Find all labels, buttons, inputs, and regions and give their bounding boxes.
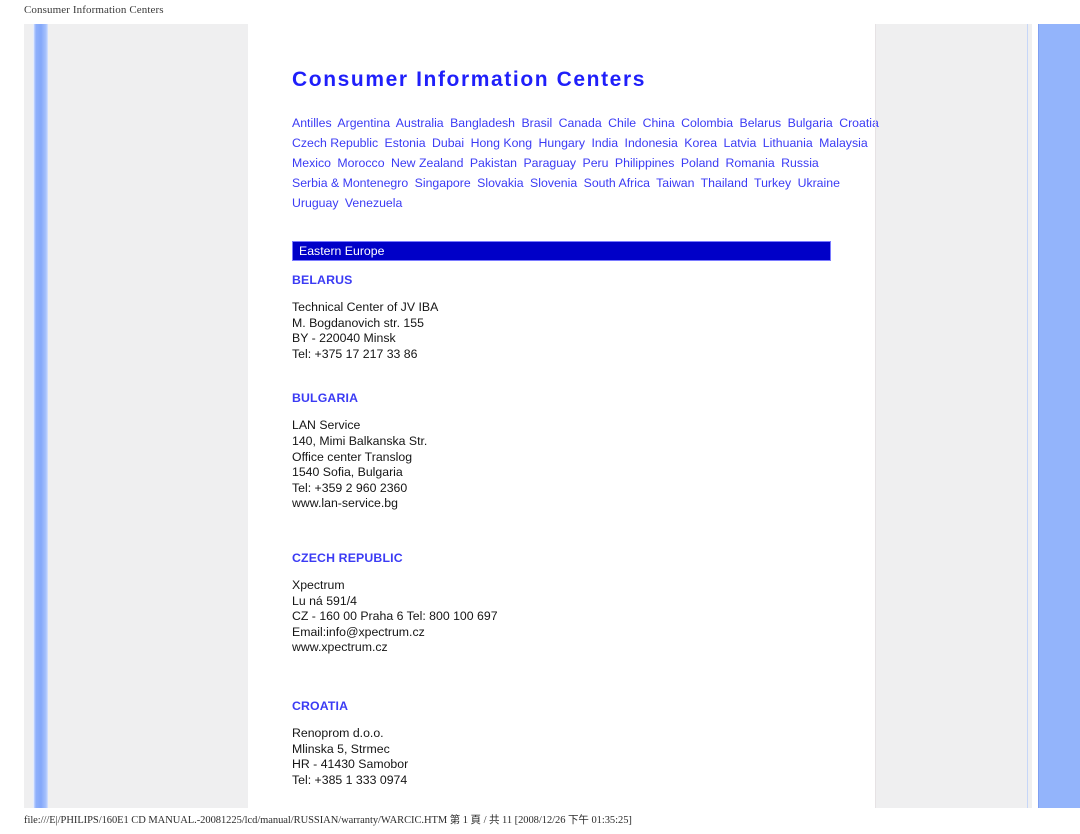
country-link[interactable]: Argentina (337, 116, 390, 130)
country-address-lines: Renoprom d.o.o. Mlinska 5, Strmec HR - 414… (292, 726, 852, 788)
country-link[interactable]: Singapore (415, 176, 471, 190)
address-line: Renoprom d.o.o. (292, 725, 384, 740)
country-link[interactable]: Czech Republic (292, 136, 378, 150)
country-sections: BELARUS Technical Center of JV IBA M. Bogd… (292, 272, 852, 830)
country-link[interactable]: Thailand (701, 176, 748, 190)
country-link[interactable]: Slovenia (530, 176, 577, 190)
printed-page-frame: Consumer Information Centers Antilles Ar… (24, 24, 1080, 808)
address-line: BY - 220040 Minsk (292, 331, 396, 346)
country-link[interactable]: Belarus (740, 116, 782, 130)
country-section-title[interactable]: CROATIA (292, 698, 852, 714)
page-right-thin-rule (1027, 24, 1028, 808)
country-link[interactable]: Lithuania (763, 136, 813, 150)
region-header-eastern-europe: Eastern Europe (292, 241, 831, 261)
country-section: BULGARIA LAN Service 140, Mimi Balkanska S… (292, 390, 852, 550)
country-link[interactable]: Chile (608, 116, 636, 130)
address-line: Lu ná 591/4 (292, 593, 357, 608)
country-section: BELARUS Technical Center of JV IBA M. Bogd… (292, 272, 852, 390)
address-line: CZ - 160 00 Praha 6 Tel: 800 100 697 (292, 609, 498, 624)
country-link[interactable]: Philippines (615, 156, 674, 170)
address-line: 1540 Sofia, Bulgaria (292, 465, 403, 480)
country-link[interactable]: Antilles (292, 116, 332, 130)
panel-right-edge-rule (875, 24, 876, 808)
country-section: CZECH REPUBLIC Xpectrum Lu ná 591/4 CZ - 16… (292, 550, 852, 698)
country-link[interactable]: Colombia (681, 116, 733, 130)
address-line: HR - 41430 Samobor (292, 757, 409, 772)
country-link[interactable]: India (591, 136, 618, 150)
address-line: Tel: +375 17 217 33 86 (292, 346, 418, 361)
country-link[interactable]: Korea (684, 136, 717, 150)
country-section-title[interactable]: CZECH REPUBLIC (292, 550, 852, 566)
country-section-title[interactable]: BULGARIA (292, 390, 852, 406)
country-link[interactable]: New Zealand (391, 156, 463, 170)
page-left-accent-bar (33, 24, 48, 808)
country-link[interactable]: South Africa (584, 176, 650, 190)
country-link[interactable]: Serbia & Montenegro (292, 176, 408, 190)
country-link[interactable]: Paraguay (523, 156, 576, 170)
country-link[interactable]: Bangladesh (450, 116, 515, 130)
address-line: LAN Service (292, 418, 361, 433)
country-link[interactable]: Brasil (521, 116, 552, 130)
country-link[interactable]: Estonia (385, 136, 426, 150)
section-title-spacer (292, 288, 852, 300)
country-address-lines: Technical Center of JV IBA M. Bogdanovich… (292, 300, 852, 362)
country-link-list: Antilles Argentina Australia Bangladesh … (292, 113, 882, 213)
country-link[interactable]: Bulgaria (788, 116, 833, 130)
country-link[interactable]: Poland (681, 156, 719, 170)
section-title-spacer (292, 406, 852, 418)
country-link[interactable]: Hong Kong (471, 136, 533, 150)
address-line: 140, Mimi Balkanska Str. (292, 433, 428, 448)
address-line: M. Bogdanovich str. 155 (292, 315, 424, 330)
address-line: Tel: +385 1 333 0974 (292, 772, 408, 787)
country-link[interactable]: Venezuela (345, 196, 402, 210)
country-link[interactable]: Romania (726, 156, 775, 170)
country-link[interactable]: Croatia (839, 116, 879, 130)
country-link[interactable]: Australia (396, 116, 444, 130)
address-line: www.xpectrum.cz (292, 640, 388, 655)
country-section-title[interactable]: BELARUS (292, 272, 852, 288)
country-link[interactable]: Indonesia (625, 136, 678, 150)
country-address-lines: LAN Service 140, Mimi Balkanska Str. Offic… (292, 418, 852, 512)
section-title-spacer (292, 566, 852, 578)
print-preview-header-title: Consumer Information Centers (24, 4, 164, 16)
address-line: www.lan-service.bg (292, 496, 398, 511)
country-link[interactable]: Turkey (754, 176, 791, 190)
country-link[interactable]: Morocco (337, 156, 384, 170)
country-link[interactable]: China (643, 116, 675, 130)
document-content-panel: Consumer Information Centers Antilles Ar… (248, 24, 879, 808)
country-link[interactable]: Peru (583, 156, 609, 170)
address-line: Email:info@xpectrum.cz (292, 624, 425, 639)
country-link[interactable]: Ukraine (798, 176, 840, 190)
section-title-spacer (292, 714, 852, 726)
address-line: Technical Center of JV IBA (292, 300, 439, 314)
print-preview-footer-path: file:///E|/PHILIPS/160E1 CD MANUAL.-2008… (24, 815, 632, 826)
country-link[interactable]: Uruguay (292, 196, 338, 210)
address-line: Office center Translog (292, 449, 413, 464)
country-address-lines: Xpectrum Lu ná 591/4 CZ - 160 00 Praha 6 T… (292, 578, 852, 656)
country-section: CROATIA Renoprom d.o.o. Mlinska 5, Strmec H… (292, 698, 852, 830)
country-link[interactable]: Malaysia (819, 136, 868, 150)
address-line: Mlinska 5, Strmec (292, 741, 390, 756)
country-link[interactable]: Taiwan (656, 176, 694, 190)
country-link[interactable]: Latvia (724, 136, 757, 150)
country-link[interactable]: Canada (559, 116, 602, 130)
country-link[interactable]: Mexico (292, 156, 331, 170)
address-line: Tel: +359 2 960 2360 (292, 480, 408, 495)
country-link[interactable]: Russia (781, 156, 819, 170)
country-link[interactable]: Pakistan (470, 156, 517, 170)
country-link[interactable]: Dubai (432, 136, 464, 150)
address-line: Xpectrum (292, 577, 345, 592)
country-link[interactable]: Slovakia (477, 176, 523, 190)
page-title: Consumer Information Centers (292, 68, 647, 91)
country-link[interactable]: Hungary (539, 136, 585, 150)
page-right-blue-band[interactable] (1038, 24, 1080, 808)
